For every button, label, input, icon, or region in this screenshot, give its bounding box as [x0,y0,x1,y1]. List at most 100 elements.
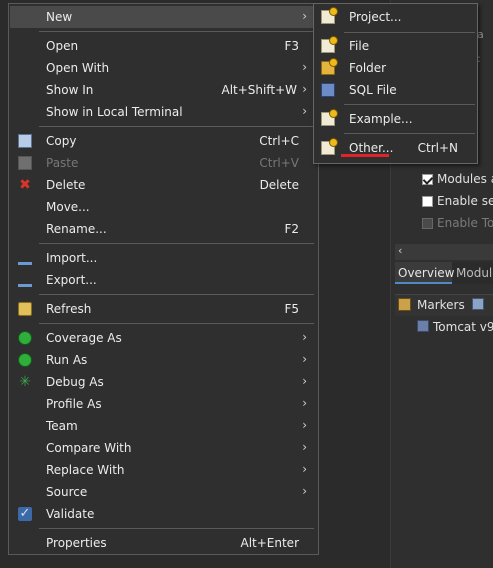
debug-icon: ✳ [19,374,31,390]
submenu-arrow-icon: › [302,484,307,498]
menu-item-shortcut: Alt+Shift+W [221,83,298,97]
menu-item-refresh[interactable]: Refresh F5 [10,298,317,320]
tab-overview[interactable]: Overview [395,262,455,284]
menu-separator [39,294,314,295]
submenu-item-project[interactable]: Project... [315,6,476,28]
menu-separator [344,32,475,33]
submenu-item-sql-file[interactable]: SQL File [315,79,476,101]
paste-icon [18,156,32,170]
enable-tomcat-label: Enable Tor [437,216,493,230]
menu-item-shortcut: Delete [259,178,299,192]
menu-item-show-in-terminal[interactable]: Show in Local Terminal › [10,101,317,123]
enable-security-label: Enable sec [437,194,493,208]
tab-markers[interactable]: Markers [417,298,465,312]
submenu-item-label: Folder [349,61,387,75]
menu-item-replace-with[interactable]: Replace With › [10,459,317,481]
menu-item-rename[interactable]: Rename... F2 [10,218,317,240]
menu-item-show-in[interactable]: Show In Alt+Shift+W › [10,79,317,101]
submenu-arrow-icon: › [302,104,307,118]
menu-item-label: Source [46,485,88,499]
copy-icon [18,134,32,148]
submenu-arrow-icon: › [302,462,307,476]
menu-item-label: Export... [46,273,97,287]
submenu-arrow-icon: › [302,330,307,344]
menu-item-paste[interactable]: Paste Ctrl+V [10,152,317,174]
markers-icon [398,298,411,311]
menu-item-import[interactable]: Import... [10,247,317,269]
submenu-arrow-icon: › [302,82,307,96]
menu-separator [344,104,475,105]
context-menu: New › Open F3 Open With › Show In Alt+Sh… [8,3,319,555]
menu-item-source[interactable]: Source › [10,481,317,503]
menu-item-profile-as[interactable]: Profile As › [10,393,317,415]
menu-item-debug-as[interactable]: ✳ Debug As › [10,371,317,393]
menu-item-move[interactable]: Move... [10,196,317,218]
menu-separator [39,126,314,127]
enable-tomcat-checkbox [422,218,433,229]
menu-item-export[interactable]: Export... [10,269,317,291]
menu-item-label: Copy [46,134,77,148]
submenu-item-label: Project... [349,10,402,24]
menu-item-run-as[interactable]: Run As › [10,349,317,371]
new-submenu: Project... File Folder SQL File Example.… [313,3,478,164]
delete-icon: ✖ [19,177,31,193]
menu-item-coverage-as[interactable]: Coverage As › [10,327,317,349]
menu-item-new[interactable]: New › [10,6,317,28]
menu-item-copy[interactable]: Copy Ctrl+C [10,130,317,152]
menu-item-label: New [46,10,73,24]
menu-item-shortcut: F5 [284,302,299,316]
horizontal-scrollbar[interactable] [395,244,493,260]
menu-item-delete[interactable]: ✖ Delete Delete [10,174,317,196]
submenu-item-example[interactable]: Example... [315,108,476,130]
menu-item-compare-with[interactable]: Compare With › [10,437,317,459]
menu-item-label: Validate [46,507,95,521]
new-file-icon [321,37,337,53]
scroll-left-icon[interactable]: ‹ [398,244,402,257]
new-example-icon [321,110,337,126]
enable-security-checkbox[interactable] [422,196,433,207]
menu-item-label: Rename... [46,222,107,236]
new-other-icon [321,139,337,155]
menu-item-properties[interactable]: Properties Alt+Enter [10,532,317,554]
menu-item-label: Refresh [46,302,92,316]
menu-item-team[interactable]: Team › [10,415,317,437]
submenu-item-label: SQL File [349,83,397,97]
server-icon [417,320,429,332]
modules-checkbox[interactable] [422,174,433,185]
menu-item-label: Open [46,39,79,53]
menu-item-label: Open With [46,61,110,75]
menu-item-shortcut: F3 [284,39,299,53]
menu-item-label: Debug As [46,375,104,389]
menu-separator [39,243,314,244]
run-icon [18,353,32,367]
submenu-item-other[interactable]: Other... Ctrl+N [315,137,476,159]
menu-separator [39,323,314,324]
tab-modules[interactable]: Module [454,262,493,280]
export-icon [18,273,32,287]
menu-item-open-with[interactable]: Open With › [10,57,317,79]
menu-item-label: Paste [46,156,79,170]
submenu-arrow-icon: › [302,60,307,74]
menu-item-shortcut: Alt+Enter [240,536,299,550]
menu-item-shortcut: Ctrl+C [259,134,299,148]
new-project-icon [321,8,337,24]
submenu-item-folder[interactable]: Folder [315,57,476,79]
highlight-underline [341,154,389,157]
menu-item-label: Properties [46,536,107,550]
menu-separator [39,528,314,529]
properties-view-icon[interactable] [472,298,484,310]
server-entry[interactable]: Tomcat v9. [433,320,493,334]
menu-separator [344,133,475,134]
menu-item-label: Compare With [46,441,132,455]
menu-item-label: Move... [46,200,90,214]
menu-item-label: Replace With [46,463,125,477]
sql-file-icon [321,83,335,97]
modules-checkbox-label: Modules a [437,172,493,186]
submenu-item-shortcut: Ctrl+N [417,141,458,155]
menu-item-validate[interactable]: ✓ Validate [10,503,317,525]
refresh-icon [18,302,32,316]
submenu-item-label: Other... [349,141,394,155]
menu-item-open[interactable]: Open F3 [10,35,317,57]
submenu-item-file[interactable]: File [315,35,476,57]
menu-item-label: Coverage As [46,331,122,345]
